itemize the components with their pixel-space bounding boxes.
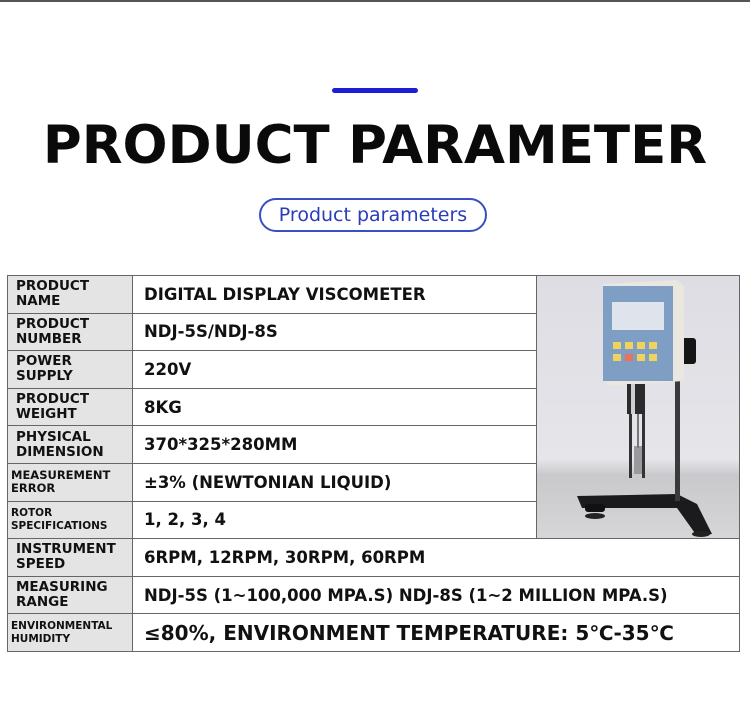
row-label: MEASUREMENT ERROR xyxy=(7,462,133,502)
row-value: NDJ-5S/NDJ-8S xyxy=(132,312,537,352)
row-value: 1, 2, 3, 4 xyxy=(132,500,537,540)
row-label: INSTRUMENT SPEED xyxy=(7,538,133,577)
rotor-guard xyxy=(629,414,632,478)
top-divider xyxy=(0,0,750,2)
motor-shaft xyxy=(627,384,645,414)
rotor xyxy=(634,446,642,474)
row-value: ±3% (NEWTONIAN LIQUID) xyxy=(132,462,537,502)
parameter-table: PRODUCT NAME DIGITAL DISPLAY VISCOMETER xyxy=(7,274,740,652)
table-row: MEASURING RANGE NDJ-5S (1~100,000 MPA.S)… xyxy=(7,575,740,615)
foot xyxy=(585,504,605,512)
row-label: ROTOR SPECIFICATIONS xyxy=(7,500,133,540)
lcd-display xyxy=(612,302,664,330)
subtitle-pill: Product parameters xyxy=(259,198,487,232)
foot-pad xyxy=(585,513,605,519)
table-row: INSTRUMENT SPEED 6RPM, 12RPM, 30RPM, 60R… xyxy=(7,538,740,577)
row-label: PRODUCT WEIGHT xyxy=(7,387,133,427)
row-label: ENVIRONMENTAL HUMIDITY xyxy=(7,613,133,652)
row-value: DIGITAL DISPLAY VISCOMETER xyxy=(132,275,537,314)
page-title: PRODUCT PARAMETER xyxy=(42,115,708,176)
table-row: PRODUCT NAME DIGITAL DISPLAY VISCOMETER xyxy=(7,274,740,540)
table-row: ENVIRONMENTAL HUMIDITY ≤80%, ENVIRONMENT… xyxy=(7,613,740,652)
row-label: PRODUCT NAME xyxy=(7,275,133,314)
row-value: 6RPM, 12RPM, 30RPM, 60RPM xyxy=(132,538,740,577)
row-label: MEASURING RANGE xyxy=(7,575,133,615)
accent-bar xyxy=(332,88,418,93)
row-value: 8KG xyxy=(132,387,537,427)
row-value: 220V xyxy=(132,350,537,389)
device-panel xyxy=(603,286,673,381)
row-value: ≤80%, ENVIRONMENT TEMPERATURE: 5℃-35℃ xyxy=(132,613,740,652)
row-label: PHYSICAL DIMENSION xyxy=(7,425,133,464)
foot-pad xyxy=(692,531,710,537)
row-label: PRODUCT NUMBER xyxy=(7,312,133,352)
row-value: 370*325*280MM xyxy=(132,425,537,464)
row-value: NDJ-5S (1~100,000 MPA.S) NDJ-8S (1~2 MIL… xyxy=(132,575,740,615)
product-photo xyxy=(537,276,739,538)
row-label: POWER SUPPLY xyxy=(7,350,133,389)
product-image-cell xyxy=(536,274,740,540)
viscometer-image xyxy=(577,280,712,537)
